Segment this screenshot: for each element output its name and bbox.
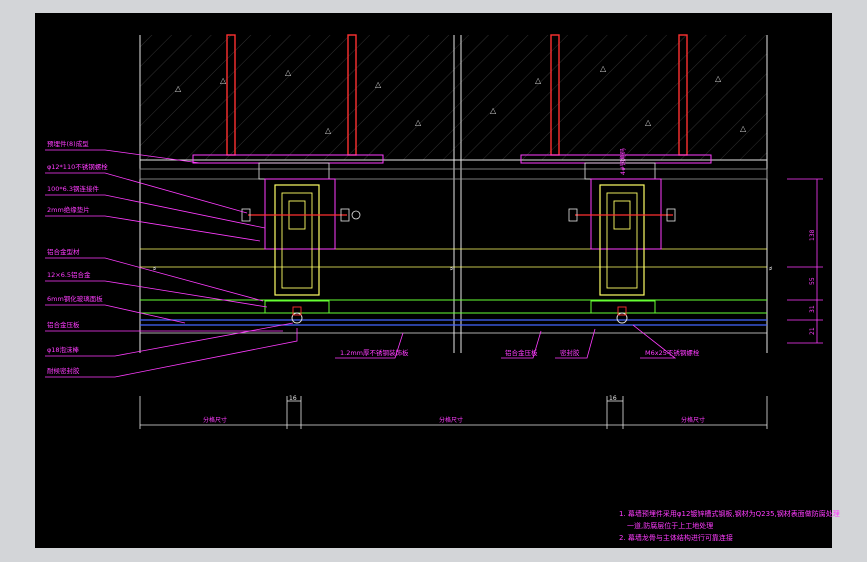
vertical-dimensions: 138 55 31 21 [787, 178, 823, 344]
svg-text:△: △ [220, 76, 227, 85]
svg-text:△: △ [535, 76, 542, 85]
dim-gap-right: 16 [609, 395, 617, 402]
dim-v-bot: 21 [809, 327, 816, 335]
label-foam-rod: φ18泡沫棒 [47, 345, 80, 354]
viewer-frame: △ △ △ △ △ △ △ △ △ △ △ △ ⸗ ⸗ ⸗ 4#钢角码 预埋件(… [0, 0, 867, 562]
svg-text:△: △ [415, 118, 422, 127]
label-aluminum-profile: 铝合金型材 [47, 247, 80, 256]
svg-text:△: △ [175, 84, 182, 93]
svg-text:△: △ [490, 106, 497, 115]
label-pressure-plate: 铝合金压板 [47, 320, 80, 329]
building-lines: ⸗ ⸗ ⸗ [139, 168, 773, 334]
label-glass-panel: 6mm钢化玻璃面板 [47, 294, 103, 303]
label-aluminum-strip: 12×6.5铝合金 [47, 270, 91, 279]
svg-text:△: △ [645, 118, 652, 127]
label-insulation-pad: 2mm绝缘垫片 [47, 205, 90, 214]
label-stainless-panel: 1.2mm厚不锈钢装饰板 [340, 348, 409, 357]
label-cover-plate: 铝合金压板 [505, 348, 538, 357]
dim-gap-left: 16 [289, 395, 297, 402]
label-bolt: φ12*110不锈钢螺栓 [47, 162, 108, 171]
dim-v-mid: 55 [809, 277, 816, 285]
note-line-1: 1. 幕墙预埋件采用φ12镀锌槽式钢板,钢材为Q235,钢材表面做防腐处理 [619, 510, 840, 518]
svg-text:△: △ [375, 80, 382, 89]
label-m6-bolt: M6x25不锈钢螺栓 [645, 348, 700, 357]
svg-text:△: △ [285, 68, 292, 77]
svg-text:⸗: ⸗ [769, 263, 773, 274]
cad-drawing: △ △ △ △ △ △ △ △ △ △ △ △ ⸗ ⸗ ⸗ 4#钢角码 预埋件(8)成型 φ12… [45, 34, 823, 429]
dim-span-right: 分格尺寸 [681, 416, 705, 424]
svg-text:△: △ [600, 64, 607, 73]
svg-text:△: △ [715, 74, 722, 83]
cad-drawing-canvas: △ △ △ △ △ △ △ △ △ △ △ △ ⸗ ⸗ ⸗ 4#钢角码 预埋件(… [35, 13, 840, 548]
dim-span-mid: 分格尺寸 [439, 416, 463, 424]
svg-text:△: △ [325, 126, 332, 135]
dim-span-left: 分格尺寸 [203, 416, 227, 424]
dim-v-top: 138 [809, 229, 816, 241]
note-line-3: 2. 幕墙龙骨与主体结构进行可靠连接 [619, 534, 733, 542]
label-sealant: 耐候密封胶 [47, 366, 80, 375]
note-line-2: 一道,防腐层位于上工地处理 [627, 522, 714, 530]
bracket-label: 4#钢角码 [619, 148, 627, 175]
label-sealant-bottom: 密封胶 [560, 348, 580, 357]
label-steel-connector: 100*6.3钢连接件 [47, 184, 99, 193]
svg-text:△: △ [740, 124, 747, 133]
bottom-callouts: 1.2mm厚不锈钢装饰板 铝合金压板 密封胶 M6x25不锈钢螺栓 [335, 324, 700, 359]
horizontal-dimensions: 16 16 分格尺寸 分格尺寸 分格尺寸 [139, 395, 768, 429]
svg-text:⸗: ⸗ [450, 263, 454, 274]
label-embed-plate: 预埋件(8)成型 [47, 139, 89, 148]
dim-v-low: 31 [809, 305, 816, 313]
